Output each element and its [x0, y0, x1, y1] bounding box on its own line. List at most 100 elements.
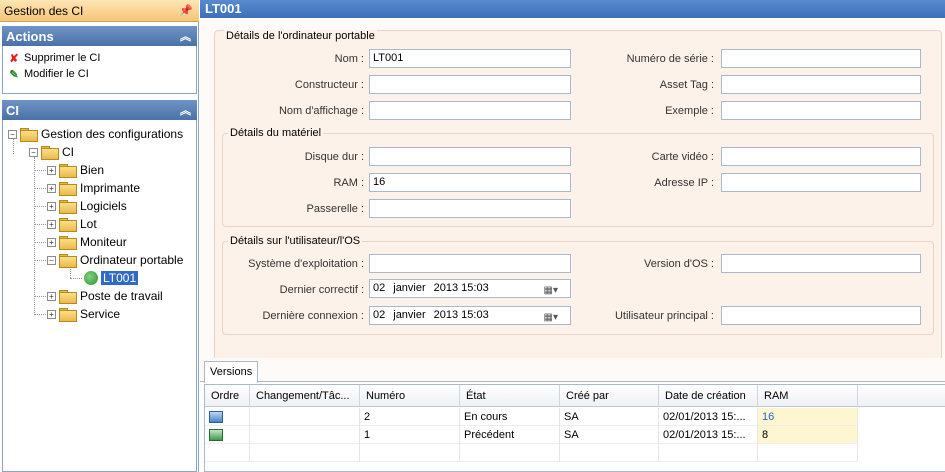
- adresse-ip-label: Adresse IP :: [654, 177, 714, 189]
- carte-video-label: Carte vidéo :: [651, 151, 714, 163]
- folder-icon: [59, 290, 77, 304]
- collapse-node-icon[interactable]: −: [29, 147, 38, 157]
- date-month[interactable]: janvier: [393, 280, 425, 297]
- tree-node-imprimante[interactable]: + Imprimante: [47, 179, 140, 197]
- nom-input[interactable]: LT001: [369, 49, 571, 68]
- ram-input[interactable]: 16: [369, 173, 571, 192]
- tree-label: Poste de travail: [80, 289, 163, 303]
- actions-section-header[interactable]: Actions ︽: [2, 26, 197, 46]
- utilisateur-principal-label: Utilisateur principal :: [614, 310, 714, 322]
- ci-item-icon: [84, 271, 98, 285]
- column-header[interactable]: RAM: [758, 385, 858, 407]
- table-cell-ram[interactable]: 8: [758, 426, 858, 444]
- column-header[interactable]: Date de création: [659, 385, 758, 407]
- expand-node-icon[interactable]: +: [47, 237, 56, 247]
- tab-versions[interactable]: Versions: [204, 361, 258, 383]
- table-cell[interactable]: SA: [560, 408, 659, 426]
- expand-node-icon[interactable]: +: [47, 183, 56, 193]
- os-version-input[interactable]: [721, 254, 921, 273]
- versions-grid: Ordre Changement/Tâc... Numéro État Créé…: [204, 384, 945, 472]
- ci-section-header[interactable]: CI ︽: [2, 100, 197, 120]
- collapse-node-icon[interactable]: −: [47, 255, 56, 265]
- tree-node-root[interactable]: − Gestion des configurations: [8, 125, 183, 143]
- tree-node-ci[interactable]: − CI: [29, 143, 74, 161]
- table-cell[interactable]: En cours: [460, 408, 560, 426]
- folder-icon: [59, 236, 77, 250]
- expand-node-icon[interactable]: +: [47, 309, 56, 319]
- derniere-connexion-label: Dernière connexion :: [262, 310, 364, 322]
- disque-input[interactable]: [369, 147, 571, 166]
- column-header[interactable]: État: [460, 385, 560, 407]
- date-month[interactable]: janvier: [393, 307, 425, 324]
- dernier-correctif-datepicker[interactable]: 02 janvier 2013 15:03 ▦▾: [369, 279, 571, 298]
- edit-ci-action[interactable]: ✎ Modifier le CI: [8, 66, 88, 82]
- date-day[interactable]: 02: [373, 307, 385, 324]
- tree-node-lt001[interactable]: LT001: [84, 269, 139, 287]
- nom-label: Nom :: [334, 53, 364, 65]
- column-header[interactable]: Créé par: [560, 385, 659, 407]
- collapse-icon[interactable]: ︽: [180, 28, 191, 44]
- hardware-details-title: Détails du matériel: [228, 127, 324, 139]
- table-row-order-icon[interactable]: [205, 408, 250, 426]
- page-title: LT001: [200, 0, 945, 18]
- tree-node-bien[interactable]: + Bien: [47, 161, 104, 179]
- nom-affichage-input[interactable]: [369, 101, 571, 120]
- ci-form: Détails de l'ordinateur portable Nom : L…: [200, 18, 945, 362]
- table-cell[interactable]: [250, 408, 360, 426]
- tree-node-poste-de-travail[interactable]: + Poste de travail: [47, 287, 163, 305]
- tree-label: Lot: [80, 217, 97, 231]
- folder-icon: [59, 218, 77, 232]
- ci-navigation-panel: Gestion des CI 📌 Actions ︽ ✘ Supprimer l…: [0, 0, 199, 472]
- delete-ci-action[interactable]: ✘ Supprimer le CI: [8, 50, 100, 66]
- column-header[interactable]: Numéro: [360, 385, 460, 407]
- collapse-node-icon[interactable]: −: [8, 129, 17, 139]
- table-row-order-icon[interactable]: [205, 426, 250, 444]
- pin-icon[interactable]: 📌: [179, 4, 193, 17]
- calendar-dropdown-icon[interactable]: ▦▾: [544, 282, 558, 299]
- table-cell[interactable]: 2: [360, 408, 460, 426]
- folder-icon: [59, 164, 77, 178]
- tree-node-moniteur[interactable]: + Moniteur: [47, 233, 127, 251]
- date-day[interactable]: 02: [373, 280, 385, 297]
- column-header[interactable]: Ordre: [205, 385, 250, 407]
- table-cell[interactable]: Précédent: [460, 426, 560, 444]
- collapse-icon[interactable]: ︽: [180, 102, 191, 118]
- ci-title: CI: [6, 102, 19, 118]
- tree-node-ordinateur-portable[interactable]: − Ordinateur portable: [47, 251, 183, 269]
- date-year-time[interactable]: 2013 15:03: [434, 307, 489, 324]
- column-header[interactable]: Changement/Tâc...: [250, 385, 360, 407]
- utilisateur-principal-input[interactable]: [721, 306, 921, 325]
- table-cell[interactable]: 02/01/2013 15:...: [659, 408, 758, 426]
- derniere-connexion-datepicker[interactable]: 02 janvier 2013 15:03 ▦▾: [369, 306, 571, 325]
- expand-node-icon[interactable]: +: [47, 165, 56, 175]
- exemple-input[interactable]: [721, 101, 921, 120]
- tree-node-logiciels[interactable]: + Logiciels: [47, 197, 127, 215]
- expand-node-icon[interactable]: +: [47, 291, 56, 301]
- table-cell[interactable]: [250, 426, 360, 444]
- ram-label: RAM :: [333, 177, 364, 189]
- asset-tag-input[interactable]: [721, 75, 921, 94]
- adresse-ip-input[interactable]: [721, 173, 921, 192]
- dernier-correctif-label: Dernier correctif :: [279, 284, 364, 296]
- tree-label: Moniteur: [80, 235, 127, 249]
- carte-video-input[interactable]: [721, 147, 921, 166]
- expand-node-icon[interactable]: +: [47, 219, 56, 229]
- passerelle-input[interactable]: [369, 199, 571, 218]
- table-cell[interactable]: 1: [360, 426, 460, 444]
- os-input[interactable]: [369, 254, 571, 273]
- table-cell[interactable]: 02/01/2013 15:...: [659, 426, 758, 444]
- constructeur-input[interactable]: [369, 75, 571, 94]
- table-cell-ram[interactable]: 16: [758, 408, 858, 426]
- date-year-time[interactable]: 2013 15:03: [434, 280, 489, 297]
- os-label: Système d'exploitation :: [248, 258, 364, 270]
- os-version-label: Version d'OS :: [644, 258, 714, 270]
- tree-label: Gestion des configurations: [41, 127, 184, 141]
- tree-node-lot[interactable]: + Lot: [47, 215, 97, 233]
- folder-icon: [59, 182, 77, 196]
- column-header-filler: [858, 385, 945, 407]
- table-cell[interactable]: SA: [560, 426, 659, 444]
- asset-tag-label: Asset Tag :: [659, 79, 714, 91]
- expand-node-icon[interactable]: +: [47, 201, 56, 211]
- tree-node-service[interactable]: + Service: [47, 305, 120, 323]
- serie-input[interactable]: [721, 49, 921, 68]
